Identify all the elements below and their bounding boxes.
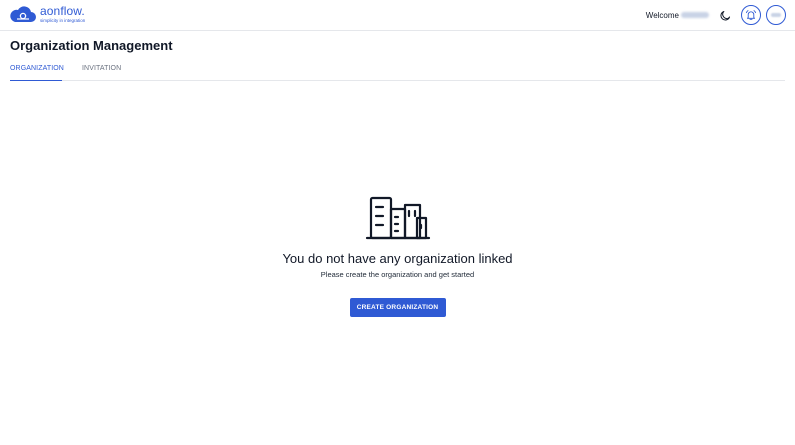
tab-organization[interactable]: ORGANIZATION: [10, 62, 64, 81]
brand-tagline: simplicity in integration: [40, 18, 86, 23]
tab-bar: ORGANIZATION INVITATION: [10, 62, 785, 81]
notifications-button[interactable]: [741, 5, 761, 25]
brand-name: aonflow.: [40, 4, 85, 18]
page-title: Organization Management: [10, 38, 173, 53]
welcome-text: Welcome: [645, 10, 679, 20]
user-name-redacted: [681, 12, 709, 18]
alarm-bell-icon: [745, 10, 757, 20]
empty-state: You do not have any organization linked …: [0, 195, 795, 317]
moon-icon: [719, 10, 730, 20]
empty-state-title: You do not have any organization linked: [282, 251, 513, 266]
brand-logo[interactable]: aonflow. simplicity in integration: [9, 5, 85, 24]
top-bar: aonflow. simplicity in integration Welco…: [0, 0, 795, 31]
tab-invitation[interactable]: INVITATION: [82, 62, 121, 81]
avatar: [771, 13, 781, 17]
profile-avatar-button[interactable]: [766, 5, 786, 25]
empty-state-subtitle: Please create the organization and get s…: [320, 270, 475, 279]
create-organization-button[interactable]: CREATE ORGANIZATION: [349, 298, 446, 317]
buildings-icon: [365, 196, 430, 240]
theme-toggle-button[interactable]: [718, 8, 732, 22]
cloud-logo-icon: [10, 6, 36, 23]
